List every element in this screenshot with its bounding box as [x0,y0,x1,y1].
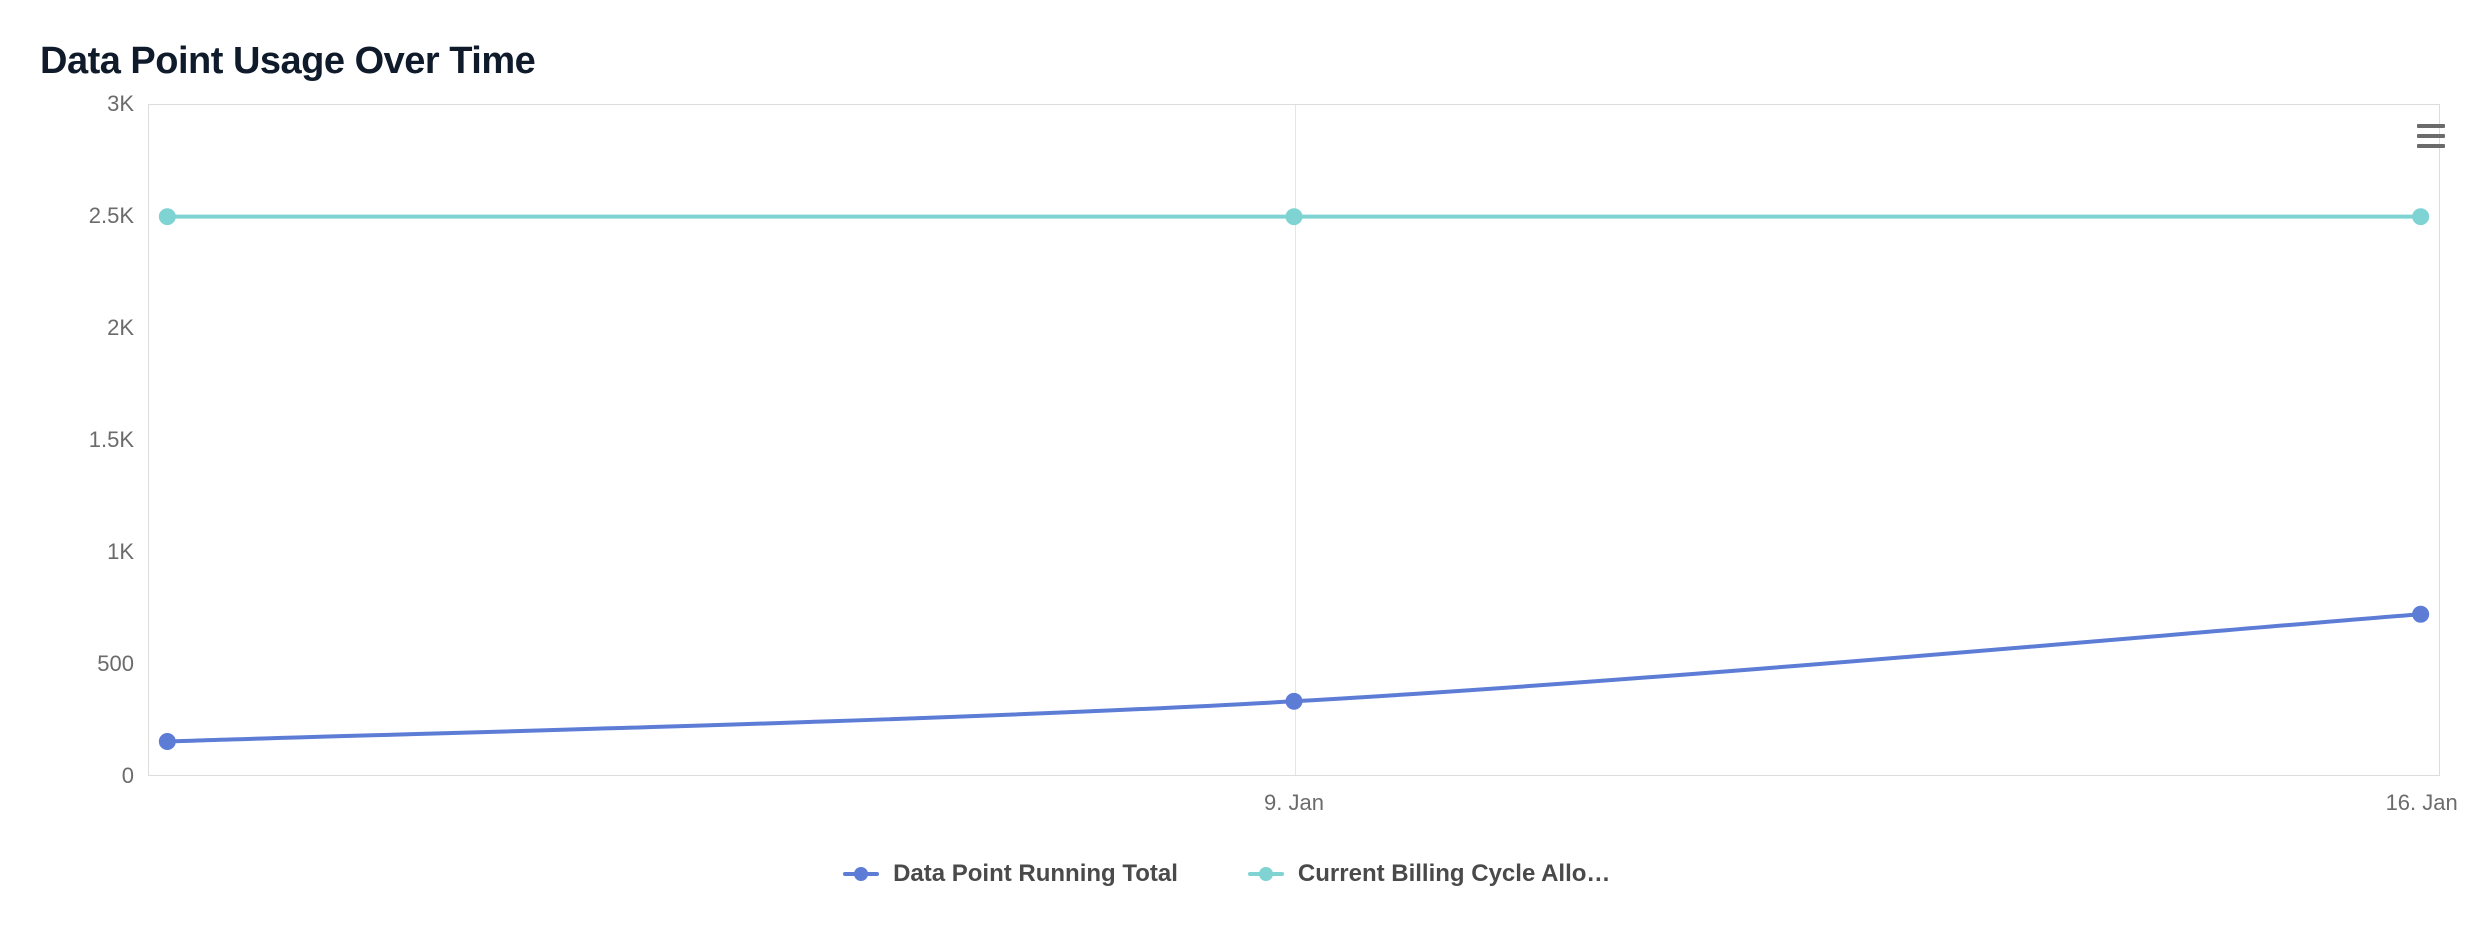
y-tick-label: 1K [14,539,134,565]
legend-label: Current Billing Cycle Allowed [1298,860,1628,888]
legend-item[interactable]: Data Point Running Total [843,860,1178,888]
legend-label: Data Point Running Total [893,860,1178,888]
series-line [167,614,2420,741]
chart-plot-area [148,104,2440,776]
chart-svg [149,105,2439,775]
y-tick-label: 3K [14,91,134,117]
chart-menu-button[interactable] [2411,116,2451,156]
y-tick-label: 0 [14,763,134,789]
y-tick-label: 2K [14,315,134,341]
x-tick-label: 9. Jan [1264,790,1324,816]
x-axis: 9. Jan16. Jan [148,790,2440,830]
series-point[interactable] [1286,209,1302,225]
legend-marker-icon [1248,866,1284,882]
hamburger-icon [2417,134,2445,138]
y-tick-label: 1.5K [14,427,134,453]
hamburger-icon [2417,144,2445,148]
y-tick-label: 500 [14,651,134,677]
series-point[interactable] [1286,693,1302,709]
hamburger-icon [2417,124,2445,128]
legend-marker-icon [843,866,879,882]
series-point[interactable] [159,209,175,225]
x-tick-label: 16. Jan [2386,790,2458,816]
legend-item[interactable]: Current Billing Cycle Allowed [1248,860,1628,888]
chart-title: Data Point Usage Over Time [40,40,535,83]
chart-legend: Data Point Running Total Current Billing … [0,860,2471,888]
series-point[interactable] [2413,606,2429,622]
series-point[interactable] [159,734,175,750]
y-axis: 05001K1.5K2K2.5K3K [0,104,148,776]
series-point[interactable] [2413,209,2429,225]
y-tick-label: 2.5K [14,203,134,229]
